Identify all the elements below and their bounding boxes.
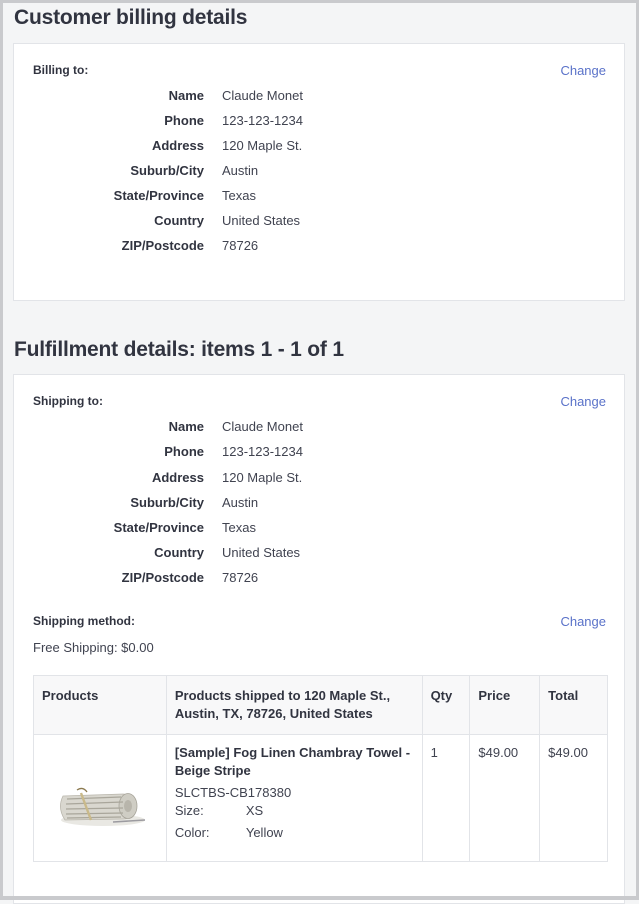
billing-to-label: Billing to: bbox=[33, 63, 89, 77]
field-value: 78726 bbox=[222, 570, 259, 585]
table-header-row: Products Products shipped to 120 Maple S… bbox=[33, 675, 608, 735]
billing-row-address: Address 120 Maple St. bbox=[14, 138, 626, 158]
field-value: Texas bbox=[222, 188, 256, 203]
shipping-change-link[interactable]: Change bbox=[560, 394, 606, 409]
shipping-row-zip: ZIP/Postcode 78726 bbox=[14, 570, 626, 590]
field-value: Austin bbox=[222, 163, 259, 178]
field-value: 123-123-1234 bbox=[222, 113, 303, 128]
rolled-towel-icon bbox=[60, 787, 146, 826]
product-option-color: Color: Yellow bbox=[175, 824, 414, 842]
shipment-items-table: Products Products shipped to 120 Maple S… bbox=[33, 675, 608, 862]
billing-row-country: Country United States bbox=[14, 213, 626, 233]
field-label: ZIP/Postcode bbox=[121, 238, 204, 253]
field-label: Name bbox=[168, 419, 204, 434]
shipping-method-value: Free Shipping: $0.00 bbox=[33, 640, 154, 655]
shipping-row-country: Country United States bbox=[14, 545, 626, 565]
product-details-cell: [Sample] Fog Linen Chambray Towel - Beig… bbox=[165, 734, 423, 862]
header-qty: Qty bbox=[421, 675, 471, 735]
billing-row-state: State/Province Texas bbox=[14, 188, 626, 208]
field-value: Claude Monet bbox=[222, 88, 303, 103]
billing-row-city: Suburb/City Austin bbox=[14, 163, 626, 183]
field-label: Address bbox=[151, 138, 204, 153]
field-label: Address bbox=[151, 470, 204, 485]
field-label: Suburb/City bbox=[130, 163, 204, 178]
shipping-row-phone: Phone 123-123-1234 bbox=[14, 444, 626, 464]
option-label: Size: bbox=[174, 803, 204, 818]
field-label: Name bbox=[168, 88, 204, 103]
shipping-to-label: Shipping to: bbox=[33, 394, 103, 408]
header-products: Products bbox=[33, 675, 167, 735]
product-image-cell bbox=[33, 734, 167, 862]
option-label: Color: bbox=[174, 825, 210, 840]
option-value: Yellow bbox=[245, 825, 283, 840]
header-total: Total bbox=[539, 675, 608, 735]
field-label: Country bbox=[154, 213, 204, 228]
total-cell: $49.00 bbox=[539, 734, 608, 862]
billing-row-name: Name Claude Monet bbox=[14, 88, 626, 108]
field-label: Country bbox=[154, 545, 204, 560]
table-row: [Sample] Fog Linen Chambray Towel - Beig… bbox=[33, 734, 608, 862]
product-name: [Sample] Fog Linen Chambray Towel - Beig… bbox=[174, 745, 411, 778]
shipping-method-change-link[interactable]: Change bbox=[560, 614, 606, 629]
product-sku: SLCTBS-CB178380 bbox=[174, 785, 292, 800]
field-label: ZIP/Postcode bbox=[121, 570, 204, 585]
field-value: 78726 bbox=[222, 238, 259, 253]
billing-card: Billing to: Change Name Claude Monet Pho… bbox=[13, 43, 625, 301]
billing-row-zip: ZIP/Postcode 78726 bbox=[14, 238, 626, 258]
shipping-row-address: Address 120 Maple St. bbox=[14, 470, 626, 490]
field-value: United States bbox=[222, 213, 301, 228]
field-label: Suburb/City bbox=[130, 495, 204, 510]
header-price: Price bbox=[469, 675, 541, 735]
field-value: Claude Monet bbox=[222, 419, 303, 434]
qty-cell: 1 bbox=[421, 734, 471, 862]
rolled-towel-image bbox=[53, 782, 149, 830]
fulfillment-card: Shipping to: Change Name Claude Monet Ph… bbox=[13, 374, 625, 904]
field-value: Texas bbox=[222, 520, 256, 535]
field-value: 120 Maple St. bbox=[222, 138, 303, 153]
shipping-row-name: Name Claude Monet bbox=[14, 419, 626, 439]
billing-change-link[interactable]: Change bbox=[560, 63, 606, 78]
shipping-method-label: Shipping method: bbox=[33, 614, 135, 628]
field-value: United States bbox=[222, 545, 301, 560]
field-value: Austin bbox=[222, 495, 259, 510]
billing-row-phone: Phone 123-123-1234 bbox=[14, 113, 626, 133]
field-value: 120 Maple St. bbox=[222, 470, 303, 485]
option-value: XS bbox=[245, 803, 264, 818]
shipping-row-state: State/Province Texas bbox=[14, 520, 626, 540]
field-value: 123-123-1234 bbox=[222, 444, 303, 459]
field-label: State/Province bbox=[113, 520, 204, 535]
field-label: Phone bbox=[164, 113, 204, 128]
shipping-row-city: Suburb/City Austin bbox=[14, 495, 626, 515]
billing-heading: Customer billing details bbox=[14, 6, 248, 29]
price-cell: $49.00 bbox=[469, 734, 541, 862]
product-option-size: Size: XS bbox=[175, 802, 414, 820]
field-label: State/Province bbox=[113, 188, 204, 203]
header-shipped-to: Products shipped to 120 Maple St., Austi… bbox=[165, 675, 423, 735]
field-label: Phone bbox=[164, 444, 204, 459]
fulfillment-heading: Fulfillment details: items 1 - 1 of 1 bbox=[14, 338, 344, 361]
